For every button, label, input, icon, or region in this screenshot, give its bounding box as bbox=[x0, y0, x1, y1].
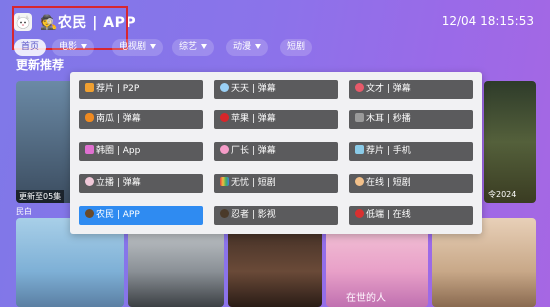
blossom-icon bbox=[220, 145, 229, 154]
source-option[interactable]: 天天 | 弹幕 bbox=[214, 80, 338, 99]
source-option[interactable]: 厂长 | 弹幕 bbox=[214, 142, 338, 161]
source-option[interactable]: 苹果 | 弹幕 bbox=[214, 110, 338, 129]
dropdown-arrow-icon bbox=[150, 44, 157, 49]
source-option[interactable]: 文才 | 弹幕 bbox=[349, 80, 473, 99]
episode-badge: 更新至05集 bbox=[16, 190, 65, 203]
tab-label: 综艺 bbox=[179, 42, 198, 52]
source-option[interactable]: 低端 | 在线 bbox=[349, 206, 473, 225]
source-label: 苹果 | 弹幕 bbox=[231, 114, 276, 124]
poster-card[interactable]: 令2024 bbox=[484, 81, 536, 203]
source-label: 南瓜 | 弹幕 bbox=[96, 114, 141, 124]
ok-hand-icon bbox=[355, 177, 364, 186]
dropdown-arrow-icon bbox=[81, 44, 88, 49]
top-bar: 🕵️农民 | APP 12/04 18:15:53 bbox=[0, 0, 550, 50]
source-option[interactable]: 荐片 | 手机 bbox=[349, 142, 473, 161]
source-label: 文才 | 弹幕 bbox=[366, 84, 411, 94]
poster-caption: 在世的人 bbox=[346, 293, 386, 304]
source-label: 农民 | APP bbox=[96, 210, 140, 220]
tab-movies[interactable]: 电影 bbox=[52, 39, 95, 56]
source-label: 无忧 | 短剧 bbox=[231, 178, 276, 188]
tab-anime[interactable]: 动漫 bbox=[226, 39, 269, 56]
source-label: 荐片 | P2P bbox=[96, 84, 140, 94]
tab-label: 电影 bbox=[59, 42, 78, 52]
source-option[interactable]: 无忧 | 短剧 bbox=[214, 174, 338, 193]
source-option[interactable]: 在线 | 短剧 bbox=[349, 174, 473, 193]
poster-card[interactable]: 更新至05集 民白 bbox=[16, 81, 74, 203]
ninja-icon bbox=[220, 209, 229, 218]
source-label: 天天 | 弹幕 bbox=[231, 84, 276, 94]
source-label: 在线 | 短剧 bbox=[366, 178, 411, 188]
tab-tv-series[interactable]: 电视剧 bbox=[112, 39, 164, 56]
pumpkin-icon bbox=[85, 113, 94, 122]
apple-icon bbox=[220, 113, 229, 122]
source-label: 厂长 | 弹幕 bbox=[231, 146, 276, 156]
film-icon bbox=[85, 83, 94, 92]
source-option-selected[interactable]: 农民 | APP bbox=[79, 206, 203, 225]
source-label: 荐片 | 手机 bbox=[366, 146, 411, 156]
bird-icon bbox=[355, 145, 364, 154]
tab-home[interactable]: 首页 bbox=[14, 39, 47, 56]
mushroom-red-icon bbox=[355, 209, 364, 218]
poster-caption: 令2024 bbox=[488, 190, 517, 199]
source-option[interactable]: 荐片 | P2P bbox=[79, 80, 203, 99]
tab-label: 电视剧 bbox=[119, 42, 147, 52]
unicorn-icon bbox=[85, 145, 94, 154]
tab-variety[interactable]: 综艺 bbox=[172, 39, 215, 56]
mushroom-icon bbox=[355, 113, 364, 122]
poster-title: 民白 bbox=[16, 207, 32, 216]
source-label: 低端 | 在线 bbox=[366, 210, 411, 220]
dropdown-arrow-icon bbox=[201, 44, 208, 49]
detective-icon bbox=[85, 209, 94, 218]
section-title: 更新推荐 bbox=[16, 58, 65, 72]
source-label: 立播 | 弹幕 bbox=[96, 178, 141, 188]
cloud-icon bbox=[220, 83, 229, 92]
clock: 12/04 18:15:53 bbox=[441, 14, 534, 28]
tab-label: 短剧 bbox=[287, 42, 306, 52]
source-option[interactable]: 南瓜 | 弹幕 bbox=[79, 110, 203, 129]
source-dropdown: 荐片 | P2P 天天 | 弹幕 文才 | 弹幕 南瓜 | 弹幕 苹果 | 弹幕… bbox=[70, 72, 482, 234]
source-option[interactable]: 忍者 | 影视 bbox=[214, 206, 338, 225]
source-label: 韩圈 | App bbox=[96, 146, 141, 156]
rabbit-icon bbox=[85, 177, 94, 186]
tab-label: 首页 bbox=[21, 42, 40, 52]
source-label: 木耳 | 秒播 bbox=[366, 114, 411, 124]
dropdown-arrow-icon bbox=[255, 44, 262, 49]
tab-label: 动漫 bbox=[233, 42, 252, 52]
tab-short-drama[interactable]: 短剧 bbox=[280, 39, 313, 56]
source-label: 忍者 | 影视 bbox=[231, 210, 276, 220]
flower-icon bbox=[355, 83, 364, 92]
source-option[interactable]: 立播 | 弹幕 bbox=[79, 174, 203, 193]
rainbow-icon bbox=[220, 177, 229, 186]
source-option[interactable]: 木耳 | 秒播 bbox=[349, 110, 473, 129]
source-option[interactable]: 韩圈 | App bbox=[79, 142, 203, 161]
